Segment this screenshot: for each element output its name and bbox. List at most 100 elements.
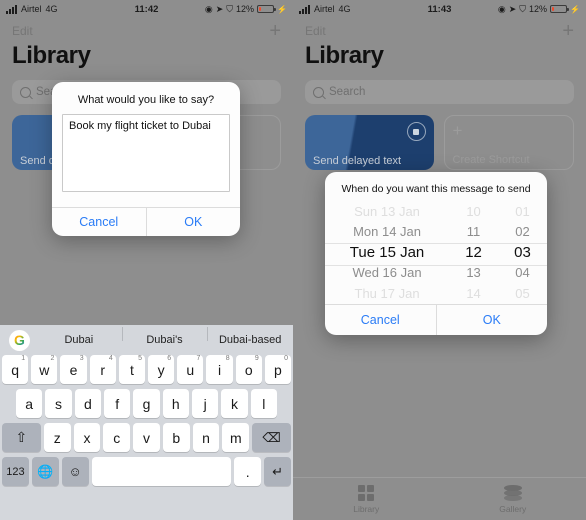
status-right: ◉ ➤ ⛉ 12% ⚡: [498, 4, 580, 14]
key-o[interactable]: 9o: [235, 355, 262, 384]
message-textarea[interactable]: [62, 114, 230, 192]
edit-button[interactable]: Edit: [12, 24, 33, 38]
key-t[interactable]: 5t: [118, 355, 145, 384]
wheel-option[interactable]: 04: [515, 263, 529, 283]
key-z[interactable]: z: [43, 423, 71, 452]
picker-wheels: Sun 13 Jan Mon 14 Jan Tue 15 Jan Wed 16 …: [325, 202, 547, 304]
cancel-button[interactable]: Cancel: [52, 208, 146, 236]
key-y[interactable]: 6y: [148, 355, 175, 384]
alarm-icon: ◉: [204, 3, 213, 14]
layers-icon: [503, 484, 522, 501]
wheel-option[interactable]: 14: [466, 284, 480, 304]
wheel-option[interactable]: 13: [466, 263, 480, 283]
enter-key[interactable]: ↵: [264, 457, 291, 486]
key-v[interactable]: v: [133, 423, 160, 452]
right-shortcut-cards: Send delayed text + Create Shortcut: [305, 115, 574, 170]
wheel-option[interactable]: Thu 17 Jan: [355, 284, 420, 304]
key-u[interactable]: 7u: [177, 355, 204, 384]
ok-button[interactable]: OK: [145, 208, 241, 236]
dialog-title: When do you want this message to send: [341, 183, 531, 195]
on-screen-keyboard: G Dubai Dubai's Dubai-based 1q 2w 3e 4r …: [0, 325, 293, 520]
tab-gallery[interactable]: Gallery: [440, 478, 586, 520]
cancel-button[interactable]: Cancel: [325, 305, 436, 335]
key-k[interactable]: k: [221, 389, 248, 418]
key-s[interactable]: s: [45, 389, 72, 418]
backspace-key[interactable]: ⌫: [252, 423, 291, 452]
wheel-option[interactable]: 01: [515, 202, 529, 222]
tab-label: Library: [353, 503, 380, 514]
status-right: ◉ ➤ ⛉ 12% ⚡: [205, 4, 287, 14]
suggestion-bar: G Dubai Dubai's Dubai-based: [0, 325, 293, 355]
key-x[interactable]: x: [73, 423, 101, 452]
dialog-actions: Cancel OK: [52, 207, 240, 236]
key-w[interactable]: 2w: [31, 355, 58, 384]
shortcut-card-create-shortcut[interactable]: + Create Shortcut: [443, 115, 574, 170]
shield-icon: ⛉: [226, 3, 234, 14]
key-r[interactable]: 4r: [89, 355, 116, 384]
shortcut-card-send-delayed-text[interactable]: Send delayed text: [305, 115, 434, 170]
search-placeholder: Search: [329, 86, 366, 98]
page-title: Library: [12, 42, 91, 69]
tab-label: Gallery: [499, 503, 527, 514]
text-input-dialog: What would you like to say? Cancel OK: [52, 82, 240, 236]
datetime-picker-dialog: When do you want this message to send Su…: [325, 172, 547, 335]
wheel-option[interactable]: 05: [515, 284, 529, 304]
wheel-option[interactable]: Sun 13 Jan: [354, 202, 420, 222]
suggestion-item[interactable]: Dubai: [36, 334, 122, 346]
space-key[interactable]: [91, 457, 232, 486]
battery-icon: [550, 5, 570, 13]
wheel-option[interactable]: 02: [515, 222, 529, 242]
key-e[interactable]: 3e: [60, 355, 87, 384]
wheel-option[interactable]: 11: [467, 222, 481, 242]
wheel-option-selected[interactable]: Tue 15 Jan: [350, 243, 425, 263]
google-logo-icon[interactable]: G: [9, 329, 30, 351]
add-shortcut-button[interactable]: +: [562, 21, 574, 41]
key-q[interactable]: 1q: [1, 355, 29, 384]
right-screen: Airtel 4G 11:43 ◉ ➤ ⛉ 12% ⚡ Edit + Libra…: [293, 0, 586, 520]
numbers-key[interactable]: 123: [2, 457, 29, 486]
charging-bolt-icon: ⚡: [277, 4, 287, 14]
wheel-option-selected[interactable]: 12: [465, 243, 482, 263]
ok-button[interactable]: OK: [435, 305, 548, 335]
wheel-option-selected[interactable]: 03: [514, 243, 531, 263]
shift-key[interactable]: ⇧: [2, 423, 41, 452]
suggestion-item[interactable]: Dubai-based: [207, 327, 293, 346]
left-screen: Airtel 4G 11:42 ◉ ➤ ⛉ 12% ⚡ Edit + Libra…: [0, 0, 293, 520]
key-l[interactable]: l: [250, 389, 277, 418]
search-input[interactable]: Search: [305, 80, 574, 104]
wheel-option[interactable]: Mon 14 Jan: [353, 222, 421, 242]
key-d[interactable]: d: [74, 389, 101, 418]
wheel-option[interactable]: 10: [466, 202, 480, 222]
emoji-icon[interactable]: ☺: [61, 457, 89, 486]
location-arrow-icon: ➤: [508, 3, 517, 14]
date-wheel[interactable]: Sun 13 Jan Mon 14 Jan Tue 15 Jan Wed 16 …: [325, 202, 449, 304]
wheel-option[interactable]: Wed 16 Jan: [352, 263, 421, 283]
key-m[interactable]: m: [222, 423, 250, 452]
location-arrow-icon: ➤: [215, 3, 224, 14]
key-a[interactable]: a: [16, 389, 43, 418]
add-shortcut-button[interactable]: +: [269, 21, 281, 41]
edit-button[interactable]: Edit: [305, 24, 326, 38]
key-f[interactable]: f: [104, 389, 131, 418]
key-b[interactable]: b: [162, 423, 190, 452]
key-p[interactable]: 0p: [264, 355, 292, 384]
globe-icon[interactable]: 🌐: [31, 457, 59, 486]
key-c[interactable]: c: [103, 423, 131, 452]
right-nav-bar: Edit +: [293, 20, 586, 42]
tab-library[interactable]: Library: [293, 478, 440, 520]
key-i[interactable]: 8i: [206, 355, 233, 384]
key-h[interactable]: h: [162, 389, 189, 418]
microphone-icon[interactable]: [214, 467, 219, 476]
bottom-tab-bar: Library Gallery: [293, 477, 586, 520]
hour-wheel[interactable]: 10 11 12 13 14: [449, 202, 498, 304]
search-icon: [313, 86, 324, 98]
suggestion-item[interactable]: Dubai's: [121, 327, 208, 346]
card-label: Create Shortcut: [452, 154, 530, 166]
period-key[interactable]: .: [234, 457, 262, 486]
key-j[interactable]: j: [191, 389, 219, 418]
key-n[interactable]: n: [192, 423, 220, 452]
key-g[interactable]: g: [133, 389, 160, 418]
dialog-actions: Cancel OK: [325, 304, 547, 335]
card-label: Send delayed text: [313, 155, 402, 167]
minute-wheel[interactable]: 01 02 03 04 05: [498, 202, 547, 304]
